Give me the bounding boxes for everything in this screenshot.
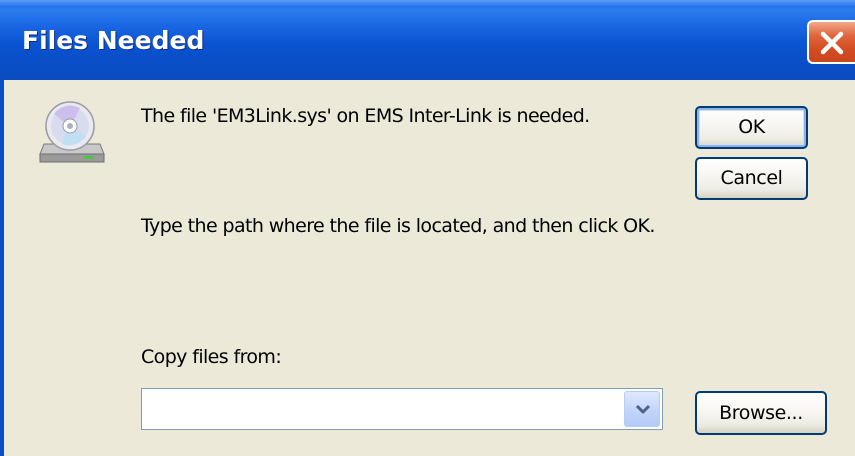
copy-files-from-label: Copy files from: xyxy=(141,346,282,368)
close-icon xyxy=(820,31,844,55)
title-bar-highlight xyxy=(0,0,855,6)
title-bar[interactable]: Files Needed xyxy=(0,0,855,80)
files-needed-dialog: Files Needed The file 'EM3Link.sys' on E… xyxy=(0,0,855,456)
ok-button[interactable]: OK xyxy=(695,106,808,149)
close-button[interactable] xyxy=(807,20,855,64)
chevron-down-icon xyxy=(635,404,651,414)
cancel-button[interactable]: Cancel xyxy=(695,157,808,200)
instruction-message: Type the path where the file is located,… xyxy=(141,215,655,237)
copy-files-from-input[interactable] xyxy=(142,389,622,429)
window-left-border xyxy=(0,80,4,456)
browse-button[interactable]: Browse... xyxy=(695,391,827,435)
copy-files-from-combobox[interactable] xyxy=(141,388,663,430)
window-title: Files Needed xyxy=(22,26,205,55)
combo-dropdown-button[interactable] xyxy=(624,391,660,427)
file-needed-message: The file 'EM3Link.sys' on EMS Inter-Link… xyxy=(141,105,590,127)
cd-drive-icon xyxy=(39,101,105,163)
